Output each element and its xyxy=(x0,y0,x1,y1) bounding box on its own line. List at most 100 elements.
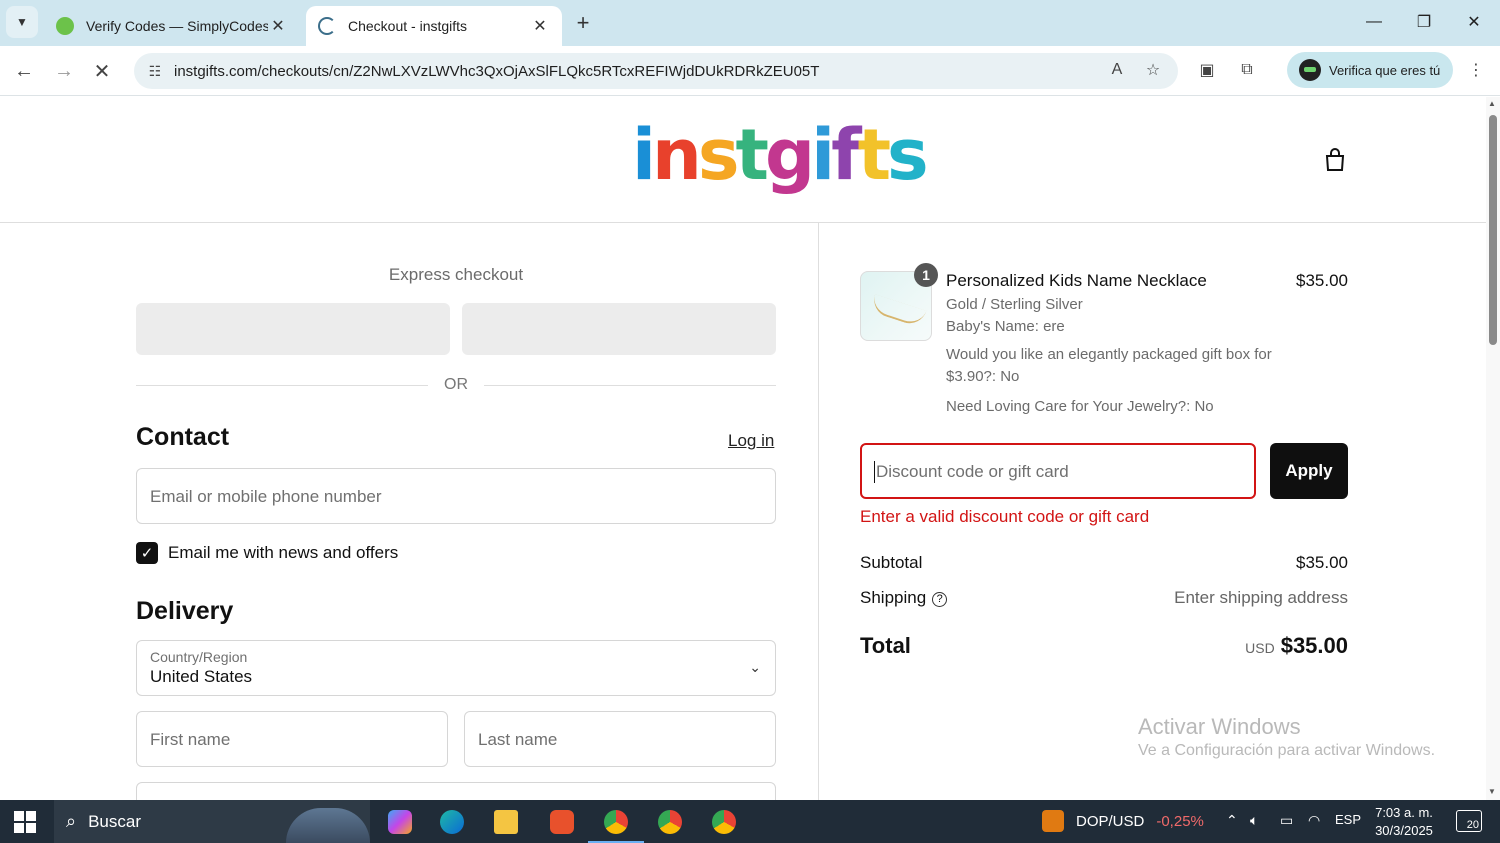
forward-button[interactable]: → xyxy=(48,55,80,87)
checkbox-checked-icon[interactable]: ✓ xyxy=(136,542,158,564)
help-question-icon[interactable]: ? xyxy=(932,592,948,607)
tray-chevron-up-icon[interactable]: ⌃ xyxy=(1226,812,1238,829)
total-row: Total USD $35.00 xyxy=(860,633,1348,659)
first-name-field[interactable]: First name xyxy=(136,711,448,767)
instgifts-logo[interactable]: instgifts xyxy=(632,114,929,196)
copilot-icon[interactable] xyxy=(380,806,420,838)
discount-error-message: Enter a valid discount code or gift card xyxy=(860,507,1150,526)
page-scrollbar[interactable]: ▲ ▼ xyxy=(1486,97,1500,800)
shipping-row: Shipping? Enter shipping address xyxy=(860,588,1348,608)
country-value: United States xyxy=(150,667,253,686)
country-select[interactable]: Country/Region United States ⌄ xyxy=(136,640,776,696)
restore-button[interactable]: ❐ xyxy=(1404,8,1444,36)
edge-icon[interactable] xyxy=(432,806,472,838)
or-divider: OR xyxy=(136,375,776,395)
taskbar-search-label: Buscar xyxy=(88,811,142,831)
product-baby-name: Baby's Name: ere xyxy=(946,318,1065,335)
logo-letter: s xyxy=(697,114,740,196)
translate-icon[interactable]: A xyxy=(1103,56,1131,84)
last-name-field[interactable]: Last name xyxy=(464,711,776,767)
chevron-down-icon: ⌄ xyxy=(749,659,761,675)
newsletter-option[interactable]: ✓ Email me with news and offers xyxy=(136,541,398,565)
clock-time: 7:03 a. m. xyxy=(1375,805,1433,820)
chrome-profile-2-icon[interactable] xyxy=(650,806,690,838)
subtotal-row: Subtotal $35.00 xyxy=(860,553,1348,573)
notifications-icon[interactable]: 20 xyxy=(1456,810,1482,832)
order-summary: 1 Personalized Kids Name Necklace $35.00… xyxy=(820,223,1486,800)
subtotal-label: Subtotal xyxy=(860,553,923,572)
close-icon[interactable]: ✕ xyxy=(530,16,550,36)
notifications-count: 20 xyxy=(1466,819,1479,831)
windows-start-icon[interactable] xyxy=(14,811,36,833)
express-pay-button-2[interactable] xyxy=(462,303,776,355)
wifi-icon[interactable]: ◠ xyxy=(1308,812,1320,829)
next-field[interactable] xyxy=(136,782,776,800)
currency-ticker[interactable]: DOP/USD -0,25% xyxy=(1042,810,1204,832)
site-info-icon[interactable]: ☷ xyxy=(138,56,172,86)
shipping-label: Shipping xyxy=(860,588,927,607)
bookmark-star-icon[interactable]: ☆ xyxy=(1139,56,1167,84)
product-gift-box: Would you like an elegantly packaged gif… xyxy=(946,346,1272,385)
brave-icon[interactable] xyxy=(542,806,582,838)
profile-verify-label: Verifica que eres tú xyxy=(1329,62,1441,78)
volume-icon[interactable]: 🔈︎ xyxy=(1250,812,1258,829)
windows-taskbar: ⌕ Buscar DOP/USD -0,25% ⌃ 🔈︎ ▭ ◠ ESP 7:0… xyxy=(0,800,1500,843)
logo-letter: i xyxy=(811,114,835,196)
taskbar-search[interactable]: ⌕ Buscar xyxy=(54,800,370,843)
shipping-value: Enter shipping address xyxy=(1174,588,1348,607)
apply-button[interactable]: Apply xyxy=(1270,443,1348,499)
menu-kebab-icon[interactable]: ⋮ xyxy=(1462,56,1490,84)
new-tab-button[interactable]: + xyxy=(570,10,596,36)
display-icon[interactable]: ▭ xyxy=(1280,812,1293,829)
shopping-bag-icon[interactable] xyxy=(1322,147,1348,173)
product-care: Need Loving Care for Your Jewelry?: No xyxy=(946,398,1214,415)
tab-search-button[interactable]: ▼ xyxy=(6,6,38,38)
language-indicator[interactable]: ESP xyxy=(1335,812,1361,827)
discount-code-input[interactable]: Discount code or gift card xyxy=(860,443,1256,499)
chrome-profile-1-icon[interactable] xyxy=(588,806,644,843)
search-highlight-image xyxy=(286,808,370,843)
simplycodes-icon xyxy=(56,17,74,35)
scroll-down-arrow-icon[interactable]: ▼ xyxy=(1488,787,1496,796)
text-caret xyxy=(874,461,875,483)
url-text: instgifts.com/checkouts/cn/Z2NwLXVzLWVhc… xyxy=(174,62,820,80)
ticker-label: DOP/USD xyxy=(1076,812,1145,830)
logo-letter: g xyxy=(764,114,815,196)
product-variant: Gold / Sterling Silver xyxy=(946,296,1083,313)
profile-verify-button[interactable]: Verifica que eres tú xyxy=(1287,52,1453,88)
address-bar[interactable]: ☷ instgifts.com/checkouts/cn/Z2NwLXVzLWV… xyxy=(134,53,1178,89)
subtotal-value: $35.00 xyxy=(1296,553,1348,572)
scrollbar-thumb[interactable] xyxy=(1489,115,1497,345)
scroll-up-arrow-icon[interactable]: ▲ xyxy=(1488,99,1496,108)
file-explorer-icon[interactable] xyxy=(486,806,526,838)
search-icon: ⌕ xyxy=(66,811,77,831)
or-label: OR xyxy=(444,376,468,393)
checkout-page: instgifts Express checkout OR Contact Lo… xyxy=(0,97,1486,800)
stop-loading-button[interactable]: ✕ xyxy=(86,55,118,87)
tab-checkout[interactable]: Checkout - instgifts ✕ xyxy=(306,6,562,46)
close-icon[interactable]: ✕ xyxy=(268,16,288,36)
email-field[interactable]: Email or mobile phone number xyxy=(136,468,776,524)
clock-date: 30/3/2025 xyxy=(1375,823,1433,838)
loading-icon xyxy=(318,17,336,35)
back-button[interactable]: ← xyxy=(8,55,40,87)
total-currency: USD xyxy=(1245,640,1275,656)
product-price: $35.00 xyxy=(1296,271,1348,290)
ticker-change: -0,25% xyxy=(1156,812,1204,830)
extensions-icon[interactable]: ⧉ xyxy=(1233,56,1261,84)
tab-simplycodes[interactable]: Verify Codes — SimplyCodes ✕ xyxy=(44,6,300,46)
extension-puzzle-alt-icon[interactable]: ▣ xyxy=(1193,56,1221,84)
currency-coins-icon xyxy=(1042,810,1064,832)
system-clock[interactable]: 7:03 a. m. 30/3/2025 xyxy=(1374,804,1434,840)
tab-title: Checkout - instgifts xyxy=(348,18,468,34)
logo-letter: s xyxy=(887,114,929,196)
express-pay-button-1[interactable] xyxy=(136,303,450,355)
chrome-profile-3-icon[interactable] xyxy=(704,806,744,838)
tab-title: Verify Codes — SimplyCodes xyxy=(86,18,268,34)
country-label: Country/Region xyxy=(150,649,248,665)
close-window-button[interactable]: ✕ xyxy=(1454,8,1494,36)
email-placeholder: Email or mobile phone number xyxy=(150,487,382,506)
login-link[interactable]: Log in xyxy=(728,431,774,451)
chevron-down-icon: ▼ xyxy=(16,15,28,29)
minimize-button[interactable]: — xyxy=(1354,8,1394,36)
